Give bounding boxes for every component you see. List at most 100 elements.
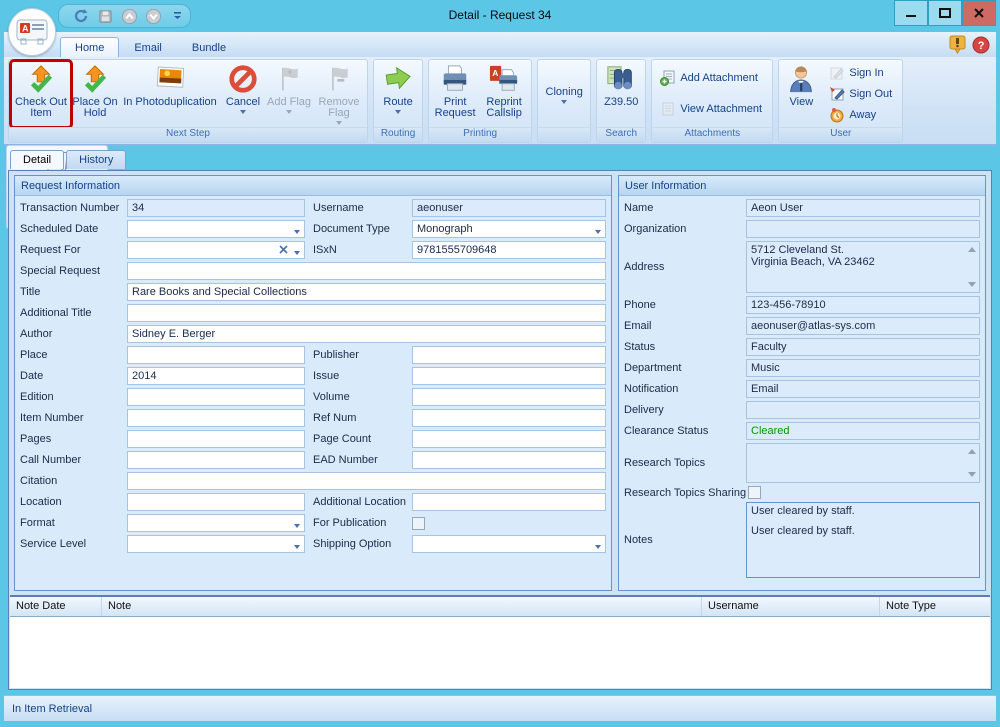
scroll-down-icon[interactable] bbox=[968, 282, 976, 287]
z3950-button[interactable]: Z39.50 bbox=[599, 61, 643, 127]
isxn-field[interactable]: 9781555709648 bbox=[412, 241, 606, 259]
transaction-number-field[interactable]: 34 bbox=[127, 199, 305, 217]
field-value: Music bbox=[751, 362, 780, 374]
refresh-button[interactable] bbox=[71, 7, 91, 25]
additional-title-field[interactable] bbox=[127, 304, 606, 322]
volume-field[interactable] bbox=[412, 388, 606, 406]
about-pin-icon[interactable] bbox=[949, 35, 966, 57]
clear-icon[interactable] bbox=[279, 245, 288, 257]
sign-out-button[interactable]: Sign Out bbox=[825, 85, 896, 103]
field-label: Request For bbox=[20, 244, 81, 256]
field-label: Place bbox=[20, 349, 48, 361]
sign-in-button[interactable]: Sign In bbox=[825, 64, 896, 82]
close-button[interactable] bbox=[962, 0, 996, 26]
format-field[interactable] bbox=[127, 514, 305, 532]
scroll-up-icon[interactable] bbox=[968, 449, 976, 454]
tab-home[interactable]: Home bbox=[60, 37, 120, 57]
address-field: 5712 Cleveland St. Virginia Beach, VA 23… bbox=[746, 241, 980, 293]
location-field[interactable] bbox=[127, 493, 305, 511]
tab-detail[interactable]: Detail bbox=[10, 150, 65, 169]
away-button[interactable]: Away bbox=[825, 106, 896, 124]
check-out-item-button[interactable]: Check Out Item bbox=[9, 59, 73, 129]
customize-quick-access-button[interactable] bbox=[173, 11, 182, 21]
tab-history[interactable]: History bbox=[66, 150, 127, 169]
field-value: Email bbox=[751, 383, 779, 395]
tab-email[interactable]: Email bbox=[119, 37, 177, 57]
date-field[interactable]: 2014 bbox=[127, 367, 305, 385]
dropdown-arrow-icon[interactable] bbox=[595, 230, 601, 234]
ead-number-field[interactable] bbox=[412, 451, 606, 469]
place-field[interactable] bbox=[127, 346, 305, 364]
dropdown-arrow-icon[interactable] bbox=[294, 524, 300, 528]
ribbon-tab-strip: Home Email Bundle ? bbox=[4, 32, 996, 57]
button-label: Z39.50 bbox=[604, 96, 639, 108]
panel-header: Request Information bbox=[15, 176, 611, 196]
field-label: Issue bbox=[313, 370, 340, 382]
publisher-field[interactable] bbox=[412, 346, 606, 364]
dropdown-arrow-icon[interactable] bbox=[294, 545, 300, 549]
next-request-button[interactable] bbox=[143, 7, 163, 25]
pages-field[interactable] bbox=[127, 430, 305, 448]
column-header-note[interactable]: Note bbox=[102, 597, 702, 616]
in-photoduplication-button[interactable]: In Photoduplication bbox=[119, 61, 221, 127]
call-number-field[interactable] bbox=[127, 451, 305, 469]
scroll-down-icon[interactable] bbox=[968, 472, 976, 477]
add-flag-button[interactable]: Add Flag bbox=[265, 61, 313, 127]
issue-field[interactable] bbox=[412, 367, 606, 385]
page-count-field[interactable] bbox=[412, 430, 606, 448]
ref-num-field[interactable] bbox=[412, 409, 606, 427]
cancel-button[interactable]: Cancel bbox=[221, 61, 265, 127]
tab-bundle[interactable]: Bundle bbox=[177, 37, 241, 57]
printer-document-icon: A bbox=[488, 63, 520, 95]
dropdown-arrow-icon[interactable] bbox=[294, 251, 300, 255]
column-header-note-type[interactable]: Note Type bbox=[880, 597, 990, 616]
save-button[interactable] bbox=[95, 7, 115, 25]
field-label: For Publication bbox=[313, 517, 387, 529]
field-row: Special Request bbox=[20, 262, 606, 280]
request-for-field[interactable] bbox=[127, 241, 305, 259]
reprint-callslip-button[interactable]: A Reprint Callslip bbox=[479, 61, 529, 127]
field-row: Date 2014 Issue bbox=[20, 367, 606, 385]
previous-request-button[interactable] bbox=[119, 7, 139, 25]
edition-field[interactable] bbox=[127, 388, 305, 406]
shipping-option-field[interactable] bbox=[412, 535, 606, 553]
ribbon-group-next-step: Check Out Item Place On Hold In Photodup… bbox=[8, 59, 368, 143]
view-attachment-button[interactable]: View Attachment bbox=[656, 100, 768, 118]
place-on-hold-button[interactable]: Place On Hold bbox=[71, 61, 119, 127]
cloning-button[interactable]: Cloning bbox=[540, 61, 588, 127]
ribbon-group-routing: Route Routing bbox=[373, 59, 424, 143]
item-number-field[interactable] bbox=[127, 409, 305, 427]
scheduled-date-field[interactable] bbox=[127, 220, 305, 238]
ribbon-group-search: Z39.50 Search bbox=[596, 59, 647, 143]
application-menu-button[interactable]: A bbox=[8, 8, 56, 56]
route-button[interactable]: Route bbox=[376, 61, 420, 127]
help-icon[interactable]: ? bbox=[972, 36, 990, 57]
view-user-button[interactable]: View bbox=[781, 61, 821, 127]
special-request-field[interactable] bbox=[127, 262, 606, 280]
maximize-button[interactable] bbox=[928, 0, 962, 26]
author-field[interactable]: Sidney E. Berger bbox=[127, 325, 606, 343]
route-arrow-icon bbox=[382, 63, 414, 95]
document-type-field[interactable]: Monograph bbox=[412, 220, 606, 238]
scroll-up-icon[interactable] bbox=[968, 247, 976, 252]
print-request-button[interactable]: Print Request bbox=[431, 61, 479, 127]
add-attachment-button[interactable]: Add Attachment bbox=[656, 69, 768, 87]
additional-location-field[interactable] bbox=[412, 493, 606, 511]
service-level-field[interactable] bbox=[127, 535, 305, 553]
title-field[interactable]: Rare Books and Special Collections bbox=[127, 283, 606, 301]
column-header-note-date[interactable]: Note Date bbox=[10, 597, 102, 616]
field-label: Pages bbox=[20, 433, 52, 445]
minimize-button[interactable] bbox=[894, 0, 928, 26]
organization-field bbox=[746, 220, 980, 238]
citation-field[interactable] bbox=[127, 472, 606, 490]
sign-out-icon bbox=[830, 86, 846, 101]
dropdown-arrow-icon[interactable] bbox=[294, 230, 300, 234]
field-row: Pages Page Count bbox=[20, 430, 606, 448]
username-field[interactable]: aeonuser bbox=[412, 199, 606, 217]
column-header-username[interactable]: Username bbox=[702, 597, 880, 616]
research-topics-sharing-checkbox[interactable] bbox=[748, 486, 761, 499]
remove-flag-button[interactable]: Remove Flag bbox=[313, 61, 365, 127]
field-row: Scheduled Date Document Type Monograph bbox=[20, 220, 606, 238]
dropdown-arrow-icon[interactable] bbox=[595, 545, 601, 549]
for-publication-checkbox[interactable] bbox=[412, 516, 425, 530]
